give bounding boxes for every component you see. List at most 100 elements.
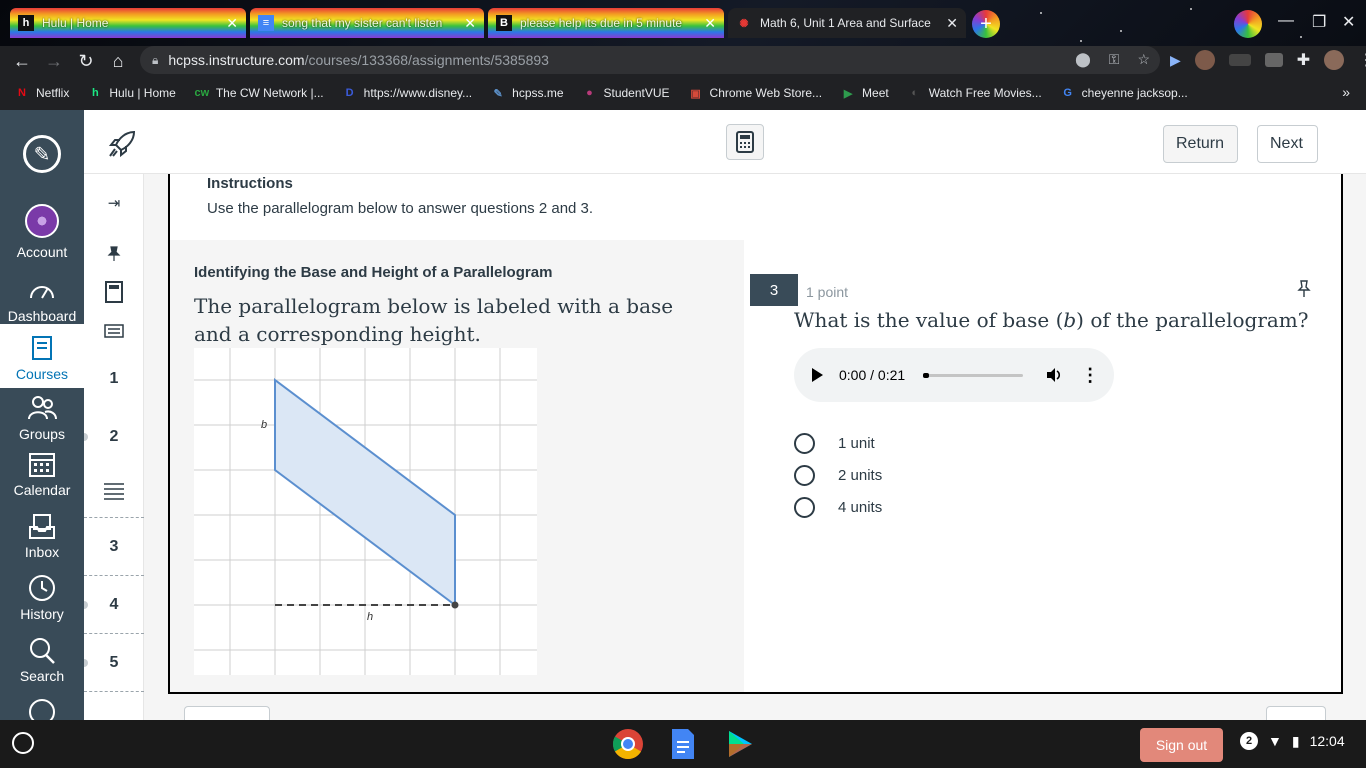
bookmark-item[interactable]: h Hulu | Home — [87, 85, 176, 101]
bookmark-item[interactable]: ● StudentVUE — [582, 85, 669, 101]
wallpaper-star — [1120, 30, 1122, 32]
question-nav-2[interactable]: 2 — [84, 416, 144, 458]
stimulus-icon[interactable] — [84, 314, 144, 350]
bookmark-item[interactable]: ◐ Watch Free Movies... — [907, 85, 1041, 101]
bookmark-item[interactable]: Gcheyenne jacksop... — [1060, 85, 1188, 101]
profile-avatar-icon[interactable] — [1234, 10, 1262, 38]
radio-button[interactable] — [794, 433, 815, 454]
bookmark-item[interactable]: Dhttps://www.disney... — [342, 85, 473, 101]
close-window-icon[interactable]: ✕ — [1342, 12, 1355, 32]
nav-calendar[interactable]: Calendar — [0, 450, 84, 498]
close-icon[interactable]: ✕ — [226, 15, 238, 32]
question-text: What is the value of base (𝑏) of the par… — [794, 308, 1309, 332]
wallpaper-star — [1080, 40, 1082, 42]
play-store-icon[interactable] — [724, 728, 756, 760]
location-icon[interactable]: ⬤ — [1075, 51, 1091, 68]
profile-icon[interactable] — [1324, 50, 1345, 70]
nav-help[interactable] — [0, 698, 84, 720]
bookmark-star-icon[interactable]: ☆ — [1137, 51, 1150, 68]
groups-icon — [28, 396, 57, 420]
nav-inbox[interactable]: Inbox — [0, 512, 84, 560]
back-icon[interactable]: ← — [6, 47, 38, 75]
collapse-panel-icon[interactable]: ⇥ — [84, 182, 144, 224]
close-icon[interactable]: ✕ — [464, 15, 476, 32]
more-options-icon[interactable]: ⋮ — [1081, 365, 1099, 386]
cast-icon[interactable]: ▶ — [1170, 52, 1181, 69]
extension-avatar-icon[interactable] — [1194, 50, 1215, 70]
tab-hulu[interactable]: h Hulu | Home ✕ — [10, 8, 246, 38]
question-number: 5 — [109, 653, 119, 671]
status-tray[interactable]: 2 ▼ ▮ 12:04 — [1240, 732, 1345, 750]
forward-icon[interactable]: → — [38, 47, 70, 75]
search-icon — [30, 638, 55, 664]
question-nav-3[interactable]: 3 — [84, 517, 144, 575]
inbox-icon — [29, 514, 55, 539]
base-label: b — [261, 419, 267, 431]
nav-dashboard[interactable]: Dashboard — [0, 276, 84, 324]
clock: 12:04 — [1309, 733, 1345, 749]
bookmark-item[interactable]: N Netflix — [14, 85, 69, 101]
audio-seek-slider[interactable] — [923, 372, 1024, 378]
tab-brainly[interactable]: B please help its due in 5 minute ✕ — [488, 8, 724, 38]
kebab-menu-icon[interactable]: ⋮ — [1358, 50, 1366, 70]
return-button[interactable]: Return — [1163, 125, 1238, 163]
canvas-logo-icon[interactable]: ✎ — [23, 135, 61, 173]
battery-icon: ▮ — [1291, 732, 1300, 749]
extension-icon[interactable] — [1228, 54, 1251, 66]
height-label: h — [367, 611, 373, 623]
answer-option-3[interactable]: 4 units — [794, 497, 882, 518]
bookmark-item[interactable]: ✎ hcpss.me — [490, 85, 564, 101]
nav-search[interactable]: Search — [0, 636, 84, 684]
tab-google-doc[interactable]: ≡ song that my sister can't listen ✕ — [250, 8, 484, 38]
nav-groups[interactable]: Groups — [0, 394, 84, 442]
tab-canvas-active[interactable]: ✺ Math 6, Unit 1 Area and Surface ✕ — [728, 8, 966, 38]
bookmark-label: https://www.disney... — [363, 86, 473, 100]
nav-account[interactable]: Account — [0, 204, 84, 260]
google-docs-icon[interactable] — [670, 728, 696, 760]
calculator-button[interactable] — [726, 124, 764, 160]
home-icon[interactable]: ⌂ — [102, 47, 134, 75]
question-nav-1[interactable]: 1 — [84, 358, 144, 400]
sign-out-button[interactable]: Sign out — [1140, 728, 1223, 762]
next-question-button[interactable] — [1266, 706, 1326, 720]
key-icon[interactable]: ⚿ — [1109, 51, 1120, 68]
bookmark-label: cheyenne jacksop... — [1081, 86, 1188, 100]
new-tab-button[interactable]: + — [972, 10, 1000, 38]
bookmark-label: Meet — [862, 86, 889, 100]
question-nav-4[interactable]: 4 — [84, 575, 144, 633]
radio-button[interactable] — [794, 465, 815, 486]
nav-courses[interactable]: Courses — [0, 324, 84, 388]
address-bar[interactable]: 🔒︎ hcpss.instructure.com/courses/133368/… — [140, 46, 1160, 74]
puzzle-extensions-icon[interactable]: ✚ — [1297, 50, 1310, 70]
extension-icon[interactable] — [1264, 53, 1283, 67]
question-nav-5[interactable]: 5 — [84, 633, 144, 691]
bookmark-item[interactable]: ▣ Chrome Web Store... — [688, 85, 822, 101]
os-shelf: Sign out 2 ▼ ▮ 12:04 — [0, 720, 1366, 768]
chrome-icon[interactable] — [612, 728, 644, 760]
tab-title: Math 6, Unit 1 Area and Surface — [760, 16, 931, 30]
bookmark-icon[interactable] — [84, 274, 144, 310]
launcher-icon[interactable] — [12, 732, 34, 754]
close-icon[interactable]: ✕ — [704, 15, 716, 32]
text-block-icon[interactable] — [84, 470, 144, 512]
play-icon[interactable] — [812, 368, 823, 382]
reload-icon[interactable]: ↻ — [70, 47, 102, 75]
volume-icon[interactable] — [1045, 366, 1063, 384]
radio-button[interactable] — [794, 497, 815, 518]
next-button[interactable]: Next — [1257, 125, 1318, 163]
close-icon[interactable]: ✕ — [946, 15, 958, 32]
bookmark-item[interactable]: ▶ Meet — [840, 85, 889, 101]
answer-option-2[interactable]: 2 units — [794, 465, 882, 486]
pin-icon[interactable] — [84, 234, 144, 274]
instructions-title: Instructions — [207, 175, 293, 192]
answer-option-1[interactable]: 1 unit — [794, 433, 875, 454]
previous-question-button[interactable] — [184, 706, 270, 720]
bookmarks-overflow-icon[interactable]: » — [1342, 84, 1350, 100]
nav-label: Groups — [19, 426, 65, 442]
pin-icon[interactable] — [1296, 280, 1312, 298]
calendar-icon — [29, 453, 55, 477]
maximize-icon[interactable]: ❐ — [1312, 12, 1326, 32]
minimize-icon[interactable]: — — [1278, 12, 1294, 30]
bookmark-item[interactable]: cw The CW Network |... — [194, 85, 323, 101]
nav-history[interactable]: History — [0, 574, 84, 622]
